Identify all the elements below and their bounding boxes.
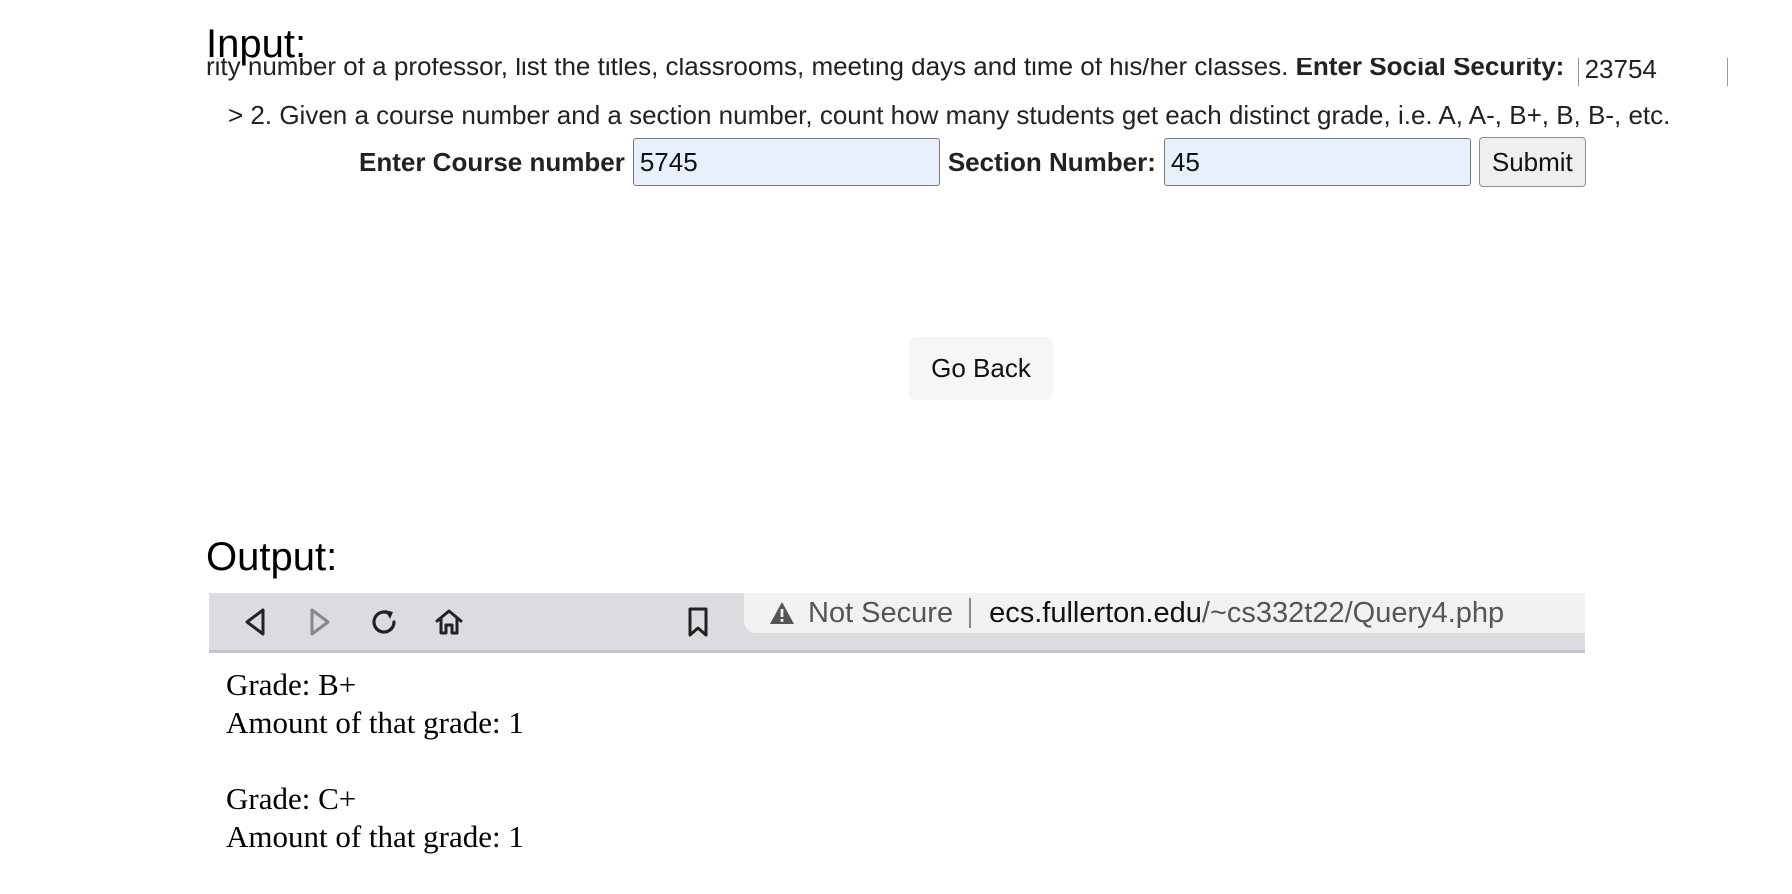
output-heading: Output: bbox=[206, 535, 338, 579]
warning-icon bbox=[768, 600, 796, 626]
bookmark-icon[interactable] bbox=[676, 593, 720, 650]
query1-clipped-line: rity number of a professor, list the tit… bbox=[206, 58, 1792, 86]
query1-text: rity number of a professor, list the tit… bbox=[206, 58, 1289, 81]
go-back-button[interactable]: Go Back bbox=[909, 337, 1053, 400]
query1-label: Enter Social Security: bbox=[1295, 58, 1565, 81]
course-number-input[interactable] bbox=[632, 138, 940, 186]
ssn-input[interactable]: 23754 bbox=[1577, 58, 1728, 86]
back-icon[interactable] bbox=[233, 593, 277, 650]
result-grade: Grade: C+ bbox=[226, 781, 357, 816]
result-grade: Grade: B+ bbox=[226, 667, 357, 702]
reload-icon[interactable] bbox=[362, 593, 406, 650]
url-host: ecs.fullerton.edu bbox=[989, 596, 1202, 629]
browser-toolbar: Not Secure ecs.fullerton.edu/~cs332t22/Q… bbox=[209, 593, 1585, 653]
section-number-input[interactable] bbox=[1163, 138, 1471, 186]
url-separator bbox=[969, 598, 972, 628]
result-amount: Amount of that grade: 1 bbox=[226, 819, 524, 854]
security-status: Not Secure bbox=[808, 596, 954, 629]
query2-form: Enter Course number Section Number: Subm… bbox=[359, 137, 1586, 187]
url-path: /~cs332t22/Query4.php bbox=[1201, 596, 1505, 629]
query2-description: > 2. Given a course number and a section… bbox=[228, 100, 1671, 130]
submit-button[interactable]: Submit bbox=[1478, 137, 1586, 187]
section-number-label: Section Number: bbox=[947, 146, 1156, 177]
course-number-label: Enter Course number bbox=[359, 146, 625, 177]
home-icon[interactable] bbox=[427, 593, 471, 650]
forward-icon[interactable] bbox=[298, 593, 342, 650]
result-amount: Amount of that grade: 1 bbox=[226, 705, 524, 740]
address-bar[interactable]: Not Secure ecs.fullerton.edu/~cs332t22/Q… bbox=[744, 593, 1585, 633]
